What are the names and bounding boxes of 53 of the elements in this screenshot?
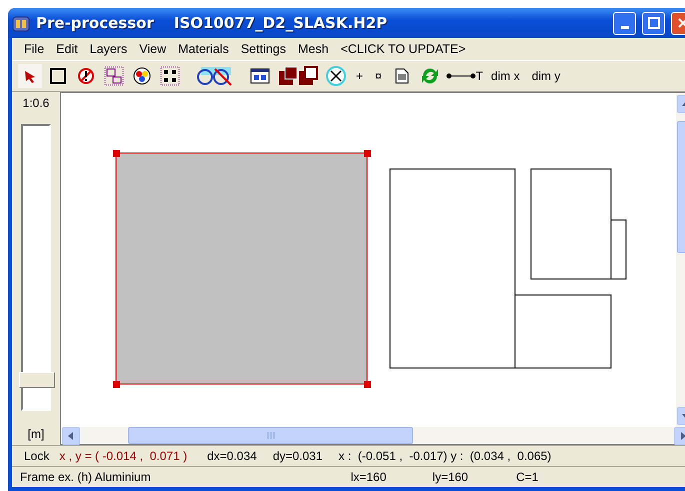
toolbar-button[interactable] (102, 64, 126, 88)
selection-info: Frame ex. (h) Aluminium (20, 470, 151, 484)
dimension-arrow-icon (446, 71, 476, 81)
scale-label: 1:0.6 (22, 96, 50, 110)
menu-item[interactable]: Mesh (292, 42, 335, 56)
c-value: C=1 (516, 470, 538, 484)
frames-icon (104, 66, 124, 86)
minimize-icon (620, 26, 628, 28)
menu-item[interactable]: File (18, 42, 50, 56)
menu-item[interactable]: View (133, 42, 172, 56)
menu-item[interactable]: Edit (50, 42, 84, 56)
toolbar-button[interactable] (324, 64, 348, 88)
menu-item[interactable]: <CLICK TO UPDATE> (334, 42, 472, 56)
lx-value: lx=160 (350, 470, 386, 484)
toolbar-button[interactable] (158, 64, 182, 88)
slider-thumb[interactable] (19, 372, 55, 388)
cursor-coordinates: x , y = ( -0.014 , 0.071 ) (59, 449, 188, 463)
dimension-tool[interactable]: T (446, 64, 484, 88)
toolbar-button[interactable] (276, 64, 320, 88)
grid-dots-icon (160, 66, 180, 86)
forbidden-icon (77, 67, 95, 85)
menu-item[interactable]: Settings (234, 42, 292, 56)
rectangle-icon (49, 67, 67, 85)
ly-value: ly=160 (432, 470, 468, 484)
lock-label: Lock (24, 449, 50, 463)
unit-label: [m] (28, 427, 44, 441)
rectangle-shape[interactable] (390, 168, 516, 368)
toolbar-label[interactable]: dim x (487, 69, 524, 83)
overlapping-squares-icon (277, 66, 319, 86)
maximize-icon (648, 17, 660, 29)
menu-item[interactable]: Materials (172, 42, 235, 56)
dy-value: dy=0.031 (272, 449, 323, 463)
horizontal-scrollbar[interactable] (61, 427, 685, 444)
rectangle-shape[interactable] (610, 220, 626, 280)
menu-item[interactable]: Layers (84, 42, 134, 56)
extent-values: x : (-0.051 , -0.017) y : (0.034 , 0.065) (338, 449, 552, 463)
document-icon (394, 68, 409, 84)
rectangle-shape[interactable] (530, 168, 612, 280)
grip-icon (266, 432, 276, 439)
minimize-button[interactable] (613, 12, 636, 34)
toolbar-label[interactable]: + (352, 69, 368, 83)
dx-value: dx=0.034 (207, 449, 257, 463)
maximize-button[interactable] (642, 12, 665, 34)
window-icon (250, 67, 270, 85)
rectangle-shape[interactable] (514, 294, 612, 368)
cross-circle-icon (325, 65, 347, 87)
close-icon (676, 17, 685, 29)
app-icon (12, 14, 30, 32)
toolbar-label[interactable]: ¤ (371, 69, 386, 83)
toolbar-label[interactable]: dim y (528, 69, 564, 83)
window-title: Pre-processor (36, 14, 154, 32)
file-name: ISO10077_D2_SLASK.H2P (174, 14, 388, 32)
palette-icon (133, 67, 151, 85)
